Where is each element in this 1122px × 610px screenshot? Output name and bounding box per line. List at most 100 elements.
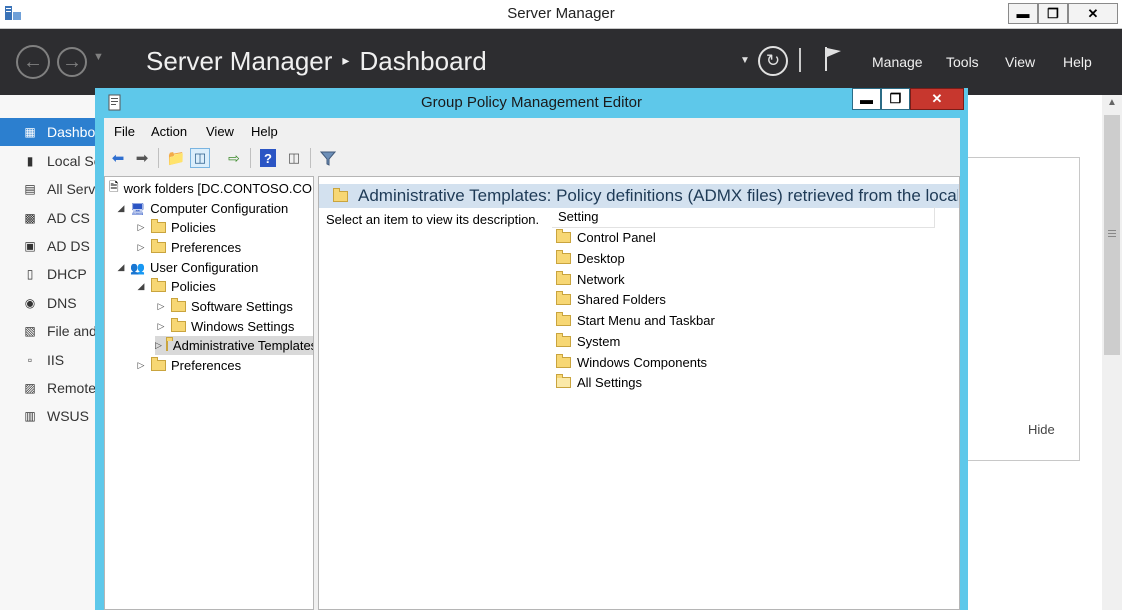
expand-arrow-icon[interactable]: ▷ xyxy=(135,222,147,233)
scrollbar-thumb[interactable] xyxy=(1104,115,1120,355)
setting-item-label: Windows Components xyxy=(577,354,708,370)
gpme-close-button[interactable]: ✕ xyxy=(910,88,964,110)
file-storage-icon: ▧ xyxy=(24,324,36,338)
forward-arrow-icon[interactable]: ➡ xyxy=(132,148,152,168)
view-menu[interactable]: View xyxy=(1005,54,1035,70)
scroll-up-icon[interactable]: ▲ xyxy=(1107,97,1117,108)
collapse-arrow-icon[interactable]: ◢ xyxy=(115,203,127,214)
expand-arrow-icon[interactable]: ▷ xyxy=(155,301,167,312)
gpme-help-menu[interactable]: Help xyxy=(251,124,278,139)
show-action-pane-icon[interactable]: ◫ xyxy=(284,148,304,168)
show-hide-console-tree-icon[interactable]: ◫ xyxy=(190,148,210,168)
sidebar-item-iis[interactable]: ▫ IIS xyxy=(0,346,96,374)
setting-item-control-panel[interactable]: Control Panel xyxy=(556,227,656,247)
tree-node-computer-configuration[interactable]: ◢ 🖥 Computer Configuration xyxy=(115,199,289,218)
folder-icon xyxy=(151,278,166,292)
toolbar-separator xyxy=(250,148,251,168)
sidebar-item-label: Dashboard xyxy=(47,124,96,140)
help-menu[interactable]: Help xyxy=(1063,54,1092,70)
tree-node-label: Windows Settings xyxy=(191,319,295,334)
collapse-arrow-icon[interactable]: ◢ xyxy=(135,281,147,292)
sidebar-item-local-server[interactable]: ▮ Local Server xyxy=(0,147,96,175)
sidebar-item-all-servers[interactable]: ▤ All Servers xyxy=(0,175,96,203)
gpme-file-menu[interactable]: File xyxy=(114,124,135,139)
filter-icon[interactable] xyxy=(318,148,338,168)
refresh-button[interactable]: ↻ xyxy=(758,46,788,76)
sm-minimize-button[interactable]: ▬ xyxy=(1008,3,1038,24)
history-dropdown-icon[interactable]: ▼ xyxy=(93,51,104,63)
certificate-icon: ▩ xyxy=(24,211,36,225)
sidebar-item-file-storage[interactable]: ▧ File and Storage Services xyxy=(0,317,96,345)
folder-icon xyxy=(556,311,571,326)
folder-icon xyxy=(151,239,166,253)
up-one-level-icon[interactable]: 📁 xyxy=(166,148,186,168)
sidebar-item-dns[interactable]: ◉ DNS xyxy=(0,289,96,317)
notifications-flag-icon[interactable] xyxy=(822,45,844,78)
sidebar-item-label: All Servers xyxy=(47,181,96,197)
setting-item-start-menu-taskbar[interactable]: Start Menu and Taskbar xyxy=(556,310,715,330)
breadcrumb-separator: ▸ xyxy=(342,52,350,68)
setting-item-system[interactable]: System xyxy=(556,331,620,351)
tree-node-software-settings[interactable]: ▷ Software Settings xyxy=(155,297,293,316)
toolbar-separator xyxy=(310,148,311,168)
expand-arrow-icon[interactable]: ▷ xyxy=(135,242,147,253)
sidebar-item-ad-ds[interactable]: ▣ AD DS xyxy=(0,232,96,260)
sidebar-item-dashboard[interactable]: ▦ Dashboard xyxy=(0,118,96,146)
refresh-dropdown-icon[interactable]: ▼ xyxy=(740,55,750,66)
console-tree: 🗎 work folders [DC.CONTOSO.COM] ◢ 🖥 Compute… xyxy=(104,176,314,610)
sidebar-item-wsus[interactable]: ▥ WSUS xyxy=(0,402,96,430)
minimize-icon: ▬ xyxy=(1016,6,1030,21)
tree-node-label: work folders [DC.CONTOSO.COM] xyxy=(123,181,314,196)
tree-node-windows-settings[interactable]: ▷ Windows Settings xyxy=(155,317,294,336)
description-text: Select an item to view its description. xyxy=(326,212,540,227)
gpme-action-menu[interactable]: Action xyxy=(151,124,187,139)
forward-button[interactable]: → xyxy=(57,47,87,77)
collapse-arrow-icon[interactable]: ◢ xyxy=(115,262,127,273)
breadcrumb-root[interactable]: Server Manager xyxy=(146,46,332,76)
tree-node-cc-preferences[interactable]: ▷ Preferences xyxy=(135,238,241,257)
column-header-setting[interactable]: Setting xyxy=(552,207,935,228)
sidebar-item-label: AD DS xyxy=(47,238,90,254)
sidebar-item-label: DNS xyxy=(47,295,77,311)
setting-item-shared-folders[interactable]: Shared Folders xyxy=(556,289,666,309)
gpme-view-menu[interactable]: View xyxy=(206,124,234,139)
back-arrow-icon[interactable]: ⬅ xyxy=(108,148,128,168)
tree-node-user-configuration[interactable]: ◢ 👥 User Configuration xyxy=(115,258,259,277)
forward-arrow-icon: → xyxy=(62,50,82,73)
grip-icon xyxy=(1108,230,1116,231)
gpme-minimize-button[interactable]: ▬ xyxy=(852,88,881,110)
server-manager-titlebar: Server Manager ▬ ❐ ✕ xyxy=(0,0,1122,29)
sidebar-item-dhcp[interactable]: ▯ DHCP xyxy=(0,260,96,288)
back-button[interactable]: ← xyxy=(16,45,50,79)
gpme-restore-button[interactable]: ❐ xyxy=(881,88,910,110)
folder-icon xyxy=(556,249,571,264)
server-manager-title: Server Manager xyxy=(507,5,615,22)
setting-item-desktop[interactable]: Desktop xyxy=(556,248,625,268)
hide-welcome-link[interactable]: Hide xyxy=(1028,422,1055,437)
folder-icon xyxy=(171,298,186,312)
setting-item-all-settings[interactable]: All Settings xyxy=(556,372,642,392)
tree-node-administrative-templates[interactable]: ▷ Administrative Templates xyxy=(155,336,313,355)
sidebar-item-ad-cs[interactable]: ▩ AD CS xyxy=(0,204,96,232)
sm-restore-button[interactable]: ❐ xyxy=(1038,3,1068,24)
folder-icon xyxy=(151,219,166,233)
gpme-title: Group Policy Management Editor xyxy=(421,94,642,111)
expand-arrow-icon[interactable]: ▷ xyxy=(155,340,162,351)
setting-item-windows-components[interactable]: Windows Components xyxy=(556,352,707,372)
tree-node-uc-policies[interactable]: ◢ Policies xyxy=(135,277,216,296)
export-list-icon[interactable]: ⇨ xyxy=(224,148,244,168)
sm-close-button[interactable]: ✕ xyxy=(1068,3,1118,24)
expand-arrow-icon[interactable]: ▷ xyxy=(155,321,167,332)
sidebar-item-remote-access[interactable]: ▨ Remote Access xyxy=(0,374,96,402)
tree-node-gpo-root[interactable]: 🗎 work folders [DC.CONTOSO.COM] xyxy=(109,179,314,198)
folder-icon xyxy=(151,357,166,371)
restore-icon: ❐ xyxy=(889,91,902,106)
tree-node-cc-policies[interactable]: ▷ Policies xyxy=(135,218,216,237)
tools-menu[interactable]: Tools xyxy=(946,54,979,70)
setting-item-network[interactable]: Network xyxy=(556,269,625,289)
tree-node-uc-preferences[interactable]: ▷ Preferences xyxy=(135,356,241,375)
manage-menu[interactable]: Manage xyxy=(872,54,923,70)
folder-icon xyxy=(333,188,348,202)
help-icon[interactable]: ? xyxy=(258,148,278,168)
expand-arrow-icon[interactable]: ▷ xyxy=(135,360,147,371)
